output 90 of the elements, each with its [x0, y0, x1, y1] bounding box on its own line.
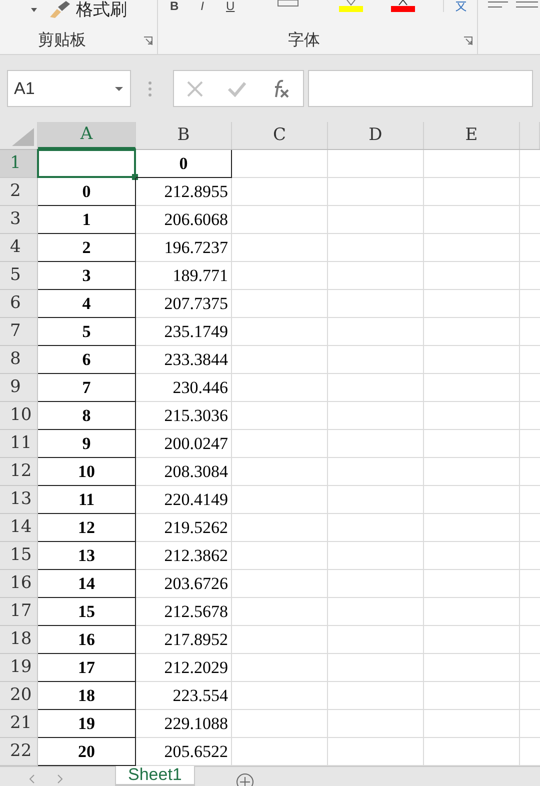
table-cell: 206.6068 [136, 206, 232, 234]
font-style-button[interactable]: U [226, 0, 235, 12]
header-cell: 10 [38, 458, 136, 486]
table-cell: 219.5262 [136, 514, 232, 542]
group-label: 剪贴板 [38, 30, 86, 51]
check-icon[interactable] [227, 80, 248, 96]
table-cell: 189.771 [136, 262, 232, 290]
header-cell: 4 [38, 290, 136, 318]
row-header[interactable]: 4 [0, 234, 38, 262]
row-header[interactable]: 21 [0, 710, 38, 738]
row-header[interactable]: 18 [0, 626, 38, 654]
borders-icon[interactable] [276, 0, 299, 8]
row-header[interactable]: 15 [0, 542, 38, 570]
header-cell: 0 [38, 178, 136, 206]
header-cell: 18 [38, 682, 136, 710]
row-header[interactable]: 16 [0, 570, 38, 598]
header-cell: 14 [38, 570, 136, 598]
fill-color-icon[interactable] [338, 0, 363, 12]
row-header[interactable]: 10 [0, 402, 38, 430]
table-cell: 196.7237 [136, 234, 232, 262]
row-header[interactable]: 5 [0, 262, 38, 290]
font-color-icon[interactable] [390, 0, 415, 12]
row-header[interactable]: 2 [0, 178, 38, 206]
dropdown-caret-icon[interactable] [114, 86, 124, 92]
table-cell: 229.1088 [136, 710, 232, 738]
column-header[interactable]: B [136, 122, 232, 149]
table-cell: 212.5678 [136, 598, 232, 626]
header-cell: 15 [38, 598, 136, 626]
table-cell: 212.8955 [136, 178, 232, 206]
name-box[interactable]: A1 [7, 70, 131, 107]
table-cell: 203.6726 [136, 570, 232, 598]
header-cell: 1 [38, 206, 136, 234]
row-header[interactable]: 7 [0, 318, 38, 346]
dialog-launcher-icon[interactable] [463, 36, 473, 46]
header-cell: 0 [136, 150, 232, 178]
column-header[interactable]: C [232, 122, 328, 149]
header-cell: 16 [38, 626, 136, 654]
table-cell: 230.446 [136, 374, 232, 402]
row-header[interactable]: 3 [0, 206, 38, 234]
table-cell: 220.4149 [136, 486, 232, 514]
header-cell: 5 [38, 318, 136, 346]
header-cell: 13 [38, 542, 136, 570]
table-cell: 208.3084 [136, 458, 232, 486]
header-cell: 7 [38, 374, 136, 402]
dropdown-caret-icon[interactable] [28, 7, 40, 13]
table-cell: 217.8952 [136, 626, 232, 654]
formula-input[interactable] [308, 70, 533, 107]
group-label: 字体 [288, 30, 320, 51]
row-header[interactable]: 8 [0, 346, 38, 374]
header-cell: 17 [38, 654, 136, 682]
row-header[interactable]: 13 [0, 486, 38, 514]
column-header[interactable]: D [328, 122, 424, 149]
sheet-tab[interactable]: Sheet1 [115, 766, 195, 786]
header-cell: 6 [38, 346, 136, 374]
row-header[interactable]: 1 [0, 150, 38, 178]
header-cell: 11 [38, 486, 136, 514]
brush-icon [48, 1, 72, 19]
row-header[interactable]: 11 [0, 430, 38, 458]
row-header[interactable]: 12 [0, 458, 38, 486]
table-cell: 215.3036 [136, 402, 232, 430]
format-painter-button[interactable]: 格式刷 [48, 0, 127, 20]
dialog-launcher-icon[interactable] [143, 36, 153, 46]
row-header[interactable]: 17 [0, 598, 38, 626]
add-sheet-icon[interactable] [234, 772, 255, 786]
font-style-button[interactable]: I [200, 0, 204, 12]
table-cell: 212.2029 [136, 654, 232, 682]
table-cell: 233.3844 [136, 346, 232, 374]
table-cell: 207.7375 [136, 290, 232, 318]
row-header[interactable]: 20 [0, 682, 38, 710]
grip-icon [148, 80, 152, 96]
header-cell: 9 [38, 430, 136, 458]
column-header[interactable]: E [424, 122, 520, 149]
table-cell: 200.0247 [136, 430, 232, 458]
header-cell: 3 [38, 262, 136, 290]
phonetic-icon[interactable] [442, 0, 468, 12]
row-header[interactable]: 19 [0, 654, 38, 682]
table-cell: 235.1749 [136, 318, 232, 346]
header-cell: 12 [38, 514, 136, 542]
row-header[interactable]: 9 [0, 374, 38, 402]
row-header[interactable]: 6 [0, 290, 38, 318]
font-style-button[interactable]: B [170, 0, 179, 12]
header-cell: 19 [38, 710, 136, 738]
table-cell: 223.554 [136, 682, 232, 710]
column-header[interactable]: A [38, 122, 136, 149]
table-cell: 212.3862 [136, 542, 232, 570]
header-cell: 2 [38, 234, 136, 262]
row-header[interactable]: 14 [0, 514, 38, 542]
align-icon[interactable] [488, 0, 538, 10]
header-cell: 8 [38, 402, 136, 430]
row-header[interactable]: 22 [0, 738, 38, 766]
